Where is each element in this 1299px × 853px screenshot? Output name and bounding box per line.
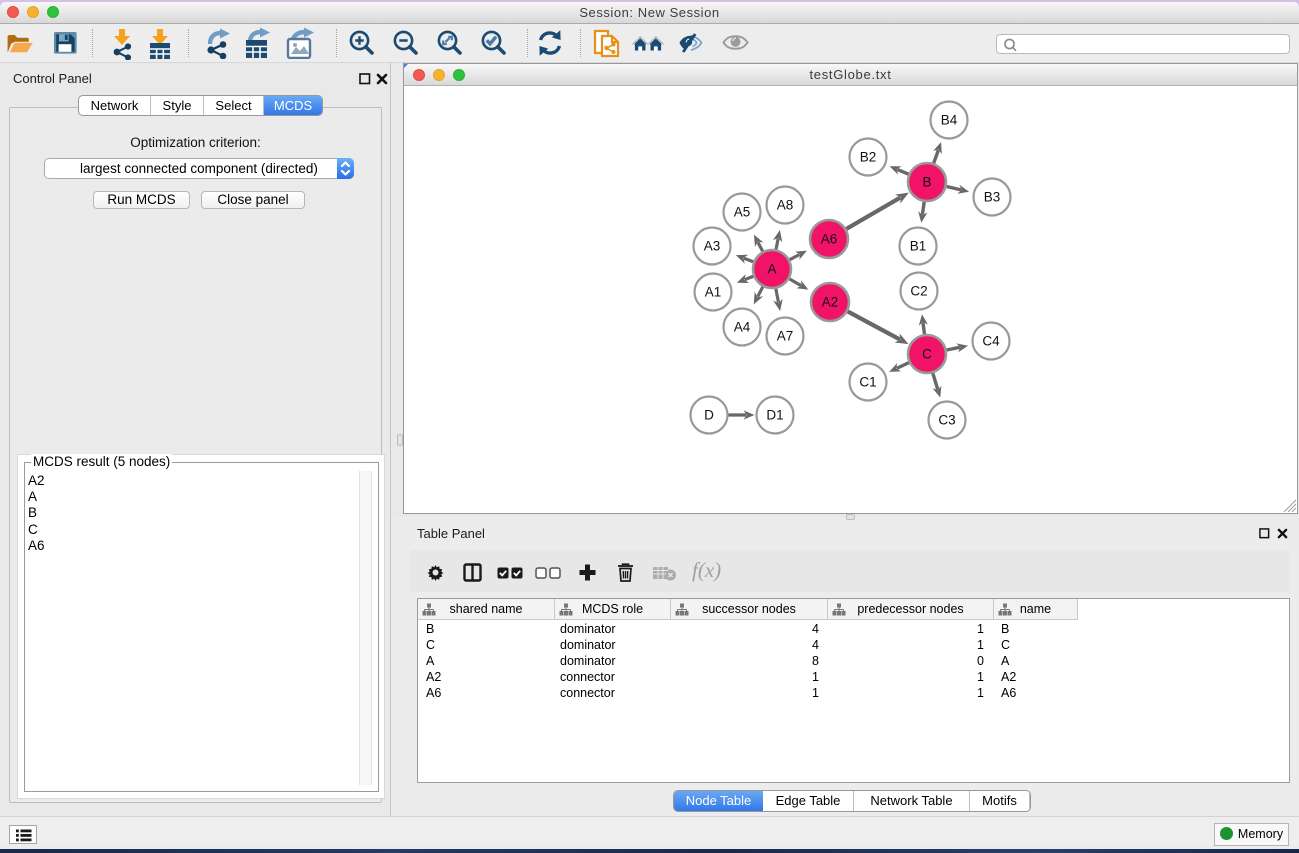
svg-text:A4: A4 <box>734 320 751 335</box>
svg-text:C: C <box>922 347 932 362</box>
svg-text:C2: C2 <box>910 284 927 299</box>
svg-text:A3: A3 <box>704 239 721 254</box>
svg-text:A2: A2 <box>822 295 839 310</box>
svg-text:A8: A8 <box>777 198 794 213</box>
svg-text:A5: A5 <box>734 205 751 220</box>
svg-text:A7: A7 <box>777 329 794 344</box>
svg-text:A: A <box>767 262 776 277</box>
svg-text:B: B <box>922 175 931 190</box>
svg-text:C4: C4 <box>982 334 1000 349</box>
svg-text:A6: A6 <box>821 232 838 247</box>
svg-text:A1: A1 <box>705 285 722 300</box>
svg-text:B1: B1 <box>910 239 927 254</box>
svg-text:B3: B3 <box>984 190 1001 205</box>
svg-text:D1: D1 <box>766 408 783 423</box>
svg-text:B4: B4 <box>941 113 958 128</box>
svg-text:D: D <box>704 408 714 423</box>
svg-text:C3: C3 <box>938 413 955 428</box>
svg-text:B2: B2 <box>860 150 877 165</box>
svg-text:C1: C1 <box>859 375 876 390</box>
